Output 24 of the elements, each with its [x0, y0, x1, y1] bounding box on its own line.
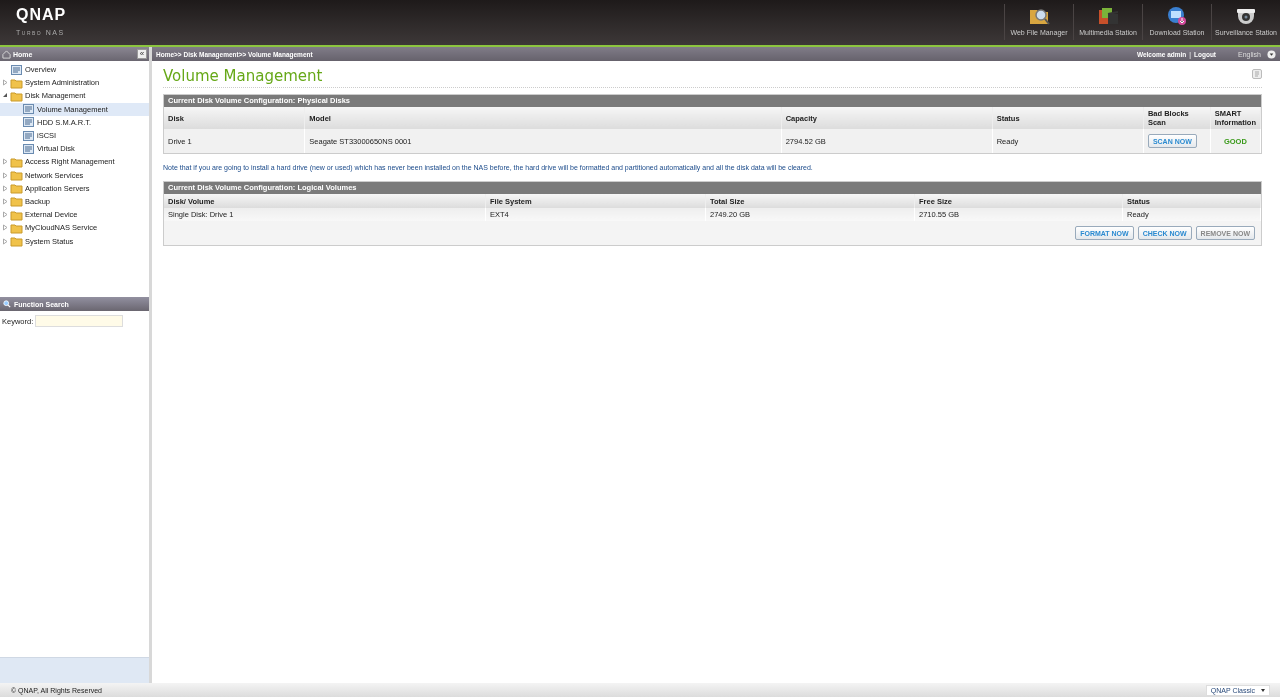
folder-icon — [10, 76, 23, 89]
page-title: Volume Management — [163, 67, 323, 85]
folder-icon — [10, 195, 23, 208]
collapsed-icon — [2, 79, 8, 87]
help-icon[interactable] — [1252, 69, 1262, 79]
page-icon — [22, 103, 35, 116]
page-icon — [22, 116, 35, 129]
download-icon — [1165, 4, 1189, 28]
folder-icon — [10, 169, 23, 182]
folder-icon — [10, 182, 23, 195]
page-icon — [22, 142, 35, 155]
page-icon — [22, 129, 35, 142]
expanded-icon — [2, 92, 8, 100]
folder-icon — [10, 221, 23, 234]
dropdown-icon — [1267, 49, 1276, 59]
collapse-button[interactable]: « — [137, 49, 147, 59]
home-icon — [2, 49, 11, 59]
folder-icon — [10, 208, 23, 221]
logo: QNAP — [16, 7, 67, 23]
folder-icon — [10, 155, 23, 168]
folder-icon — [10, 235, 23, 248]
page-icon — [10, 63, 23, 76]
search-icon — [3, 300, 11, 308]
keyword-field[interactable] — [35, 315, 124, 327]
